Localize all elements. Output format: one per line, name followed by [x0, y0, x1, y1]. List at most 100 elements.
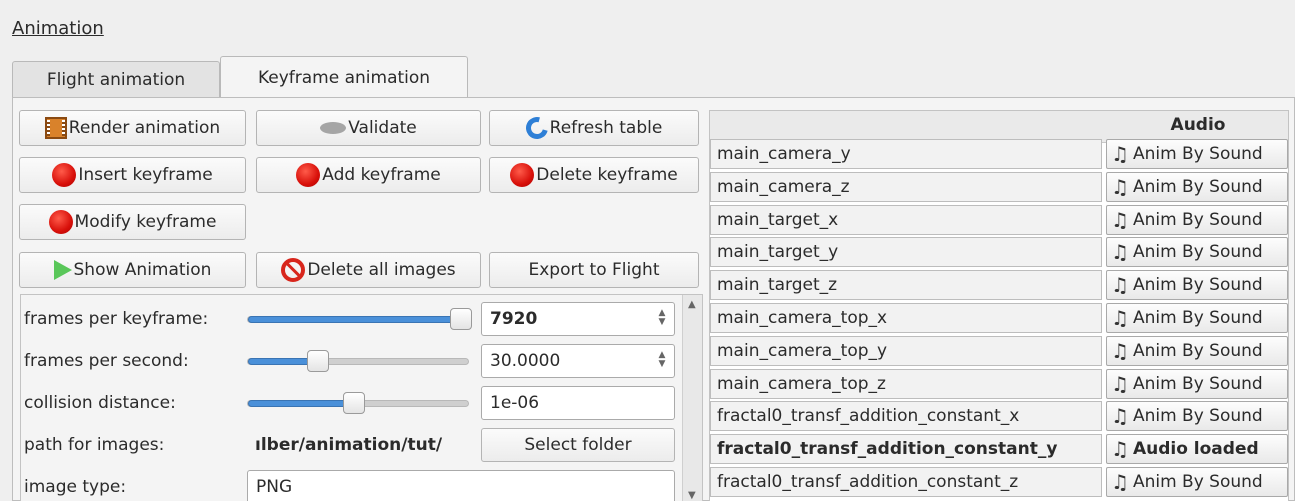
table-row[interactable]: main_camera_top_z ♫ Anim By Sound: [710, 368, 1288, 400]
image-type-select[interactable]: PNG: [247, 470, 675, 501]
audio-label: Anim By Sound: [1132, 209, 1263, 230]
delete-all-images-button[interactable]: Delete all images: [256, 252, 481, 288]
parameter-name-cell[interactable]: main_target_z: [710, 270, 1102, 301]
table-row[interactable]: main_camera_y ♫ Anim By Sound: [710, 139, 1288, 170]
button-label: Delete all images: [307, 260, 456, 280]
frames-per-second-spinbox[interactable]: 30.0000 ▲ ▼: [481, 344, 675, 378]
parameter-name-cell[interactable]: fractal0_transf_addition_constant_y: [710, 434, 1102, 465]
image-type-row: image type: PNG: [21, 468, 681, 501]
insert-keyframe-button[interactable]: Insert keyframe: [19, 157, 246, 193]
show-animation-button[interactable]: Show Animation: [19, 252, 246, 288]
table-row[interactable]: fractal0_transf_addition_constant_y ♫ Audi…: [710, 434, 1288, 465]
frames-per-second-slider[interactable]: [247, 350, 469, 372]
frames-per-keyframe-label: frames per keyframe:: [24, 309, 209, 329]
button-label: Insert keyframe: [78, 165, 213, 185]
slider-handle[interactable]: [450, 308, 473, 330]
audio-button[interactable]: ♫ Anim By Sound: [1106, 171, 1288, 202]
select-folder-button[interactable]: Select folder: [481, 428, 675, 462]
audio-label: Anim By Sound: [1132, 373, 1263, 394]
parameter-name-cell[interactable]: main_camera_top_x: [710, 303, 1102, 333]
frames-per-second-label: frames per second:: [24, 351, 189, 371]
collision-distance-label: collision distance:: [24, 393, 176, 413]
music-note-icon: ♫: [1111, 207, 1129, 232]
table-row[interactable]: main_camera_top_x ♫ Anim By Sound: [710, 303, 1288, 334]
table-row[interactable]: fractal0_transf_addition_constant_x ♫ Anim…: [710, 401, 1288, 432]
audio-label: Audio loaded: [1132, 439, 1259, 460]
audio-label: Anim By Sound: [1132, 308, 1263, 328]
table-row[interactable]: main_target_z ♫ Anim By Sound: [710, 270, 1288, 301]
parameter-name-cell[interactable]: main_camera_z: [710, 171, 1102, 202]
path-for-images-row: path for images: ılber/animation/tut/ Se…: [21, 426, 681, 466]
record-icon: [48, 210, 73, 234]
audio-button[interactable]: ♫ Anim By Sound: [1106, 368, 1288, 399]
input-value: ılber/animation/tut/: [255, 435, 443, 455]
spinbox-value: 30.0000: [490, 351, 561, 371]
music-note-icon: ♫: [1111, 273, 1129, 298]
tab-label: Flight animation: [46, 70, 186, 90]
parameter-name-cell[interactable]: main_camera_top_z: [710, 368, 1102, 399]
spin-arrows-icon[interactable]: ▲ ▼: [656, 309, 668, 329]
tab-flight-animation[interactable]: Flight animation: [12, 61, 220, 98]
validate-button[interactable]: Validate: [256, 110, 481, 146]
parameter-name-cell[interactable]: main_camera_y: [710, 139, 1102, 169]
add-keyframe-button[interactable]: Add keyframe: [256, 157, 481, 193]
export-to-flight-button[interactable]: Export to Flight: [489, 252, 699, 288]
scroll-down-icon[interactable]: ▼: [688, 490, 696, 501]
scroll-up-icon[interactable]: ▲: [688, 299, 696, 310]
music-note-icon: ♫: [1111, 306, 1129, 330]
table-row[interactable]: main_target_y ♫ Anim By Sound: [710, 237, 1288, 268]
path-for-images-input[interactable]: ılber/animation/tut/: [247, 428, 475, 462]
audio-button[interactable]: ♫ Anim By Sound: [1106, 303, 1288, 333]
tab-keyframe-animation[interactable]: Keyframe animation: [220, 56, 468, 98]
film-icon: [44, 117, 67, 139]
audio-button[interactable]: ♫ Anim By Sound: [1106, 467, 1288, 497]
audio-button[interactable]: ♫ Anim By Sound: [1106, 139, 1288, 169]
audio-button[interactable]: ♫ Audio loaded: [1106, 434, 1288, 465]
audio-label: Anim By Sound: [1132, 144, 1263, 164]
spinbox-value: 7920: [490, 309, 538, 329]
table-row[interactable]: fractal0_transf_addition_constant_z ♫ Anim…: [710, 467, 1288, 498]
audio-label: Anim By Sound: [1132, 472, 1263, 492]
audio-button[interactable]: ♫ Anim By Sound: [1106, 204, 1288, 235]
slider-handle[interactable]: [342, 392, 365, 414]
collision-distance-input[interactable]: 1e-06: [481, 386, 675, 420]
button-label: Refresh table: [549, 118, 663, 138]
delete-keyframe-button[interactable]: Delete keyframe: [489, 157, 699, 193]
button-label: Validate: [348, 118, 417, 138]
table-row[interactable]: main_camera_z ♫ Anim By Sound: [710, 171, 1288, 203]
slider-handle[interactable]: [307, 350, 330, 372]
button-label: Export to Flight: [528, 260, 660, 280]
parameter-name-cell[interactable]: fractal0_transf_addition_constant_x: [710, 401, 1102, 432]
audio-button[interactable]: ♫ Anim By Sound: [1106, 335, 1288, 366]
parameter-name-cell[interactable]: fractal0_transf_addition_constant_z: [710, 467, 1102, 497]
music-note-icon: ♫: [1111, 174, 1129, 199]
refresh-table-button[interactable]: Refresh table: [489, 110, 699, 146]
select-value: PNG: [256, 477, 293, 497]
parameter-name-cell[interactable]: main_camera_top_y: [710, 335, 1102, 366]
audio-button[interactable]: ♫ Anim By Sound: [1106, 270, 1288, 301]
dock-title: Animation: [12, 18, 104, 39]
audio-column-header[interactable]: Audio: [1106, 115, 1288, 135]
audio-label: Anim By Sound: [1132, 242, 1263, 263]
parameter-name-cell[interactable]: main_target_y: [710, 237, 1102, 268]
frames-per-keyframe-spinbox[interactable]: 7920 ▲ ▼: [481, 302, 675, 336]
spin-arrows-icon[interactable]: ▲ ▼: [656, 351, 668, 371]
parameter-name-cell[interactable]: main_target_x: [710, 204, 1102, 235]
table-row[interactable]: main_target_x ♫ Anim By Sound: [710, 204, 1288, 236]
frames-per-second-row: frames per second: 30.0000 ▲ ▼: [21, 342, 681, 382]
render-animation-button[interactable]: Render animation: [19, 110, 246, 146]
frames-per-keyframe-slider[interactable]: [247, 308, 473, 330]
collision-distance-slider[interactable]: [247, 392, 469, 414]
music-note-icon: ♫: [1111, 338, 1129, 363]
audio-button[interactable]: ♫ Anim By Sound: [1106, 237, 1288, 268]
modify-keyframe-button[interactable]: Modify keyframe: [19, 204, 246, 240]
audio-button[interactable]: ♫ Anim By Sound: [1106, 401, 1288, 432]
frames-per-keyframe-row: frames per keyframe: 7920 ▲ ▼: [21, 300, 681, 340]
record-icon: [296, 163, 321, 187]
parameters-scrollbar[interactable]: ▲ ▼: [682, 295, 702, 501]
slider-fill: [248, 400, 354, 407]
button-label: Render animation: [68, 118, 221, 138]
table-row[interactable]: main_camera_top_y ♫ Anim By Sound: [710, 335, 1288, 367]
image-type-label: image type:: [24, 477, 127, 497]
parameters-panel: frames per keyframe: 7920 ▲ ▼ frames per …: [20, 294, 703, 501]
